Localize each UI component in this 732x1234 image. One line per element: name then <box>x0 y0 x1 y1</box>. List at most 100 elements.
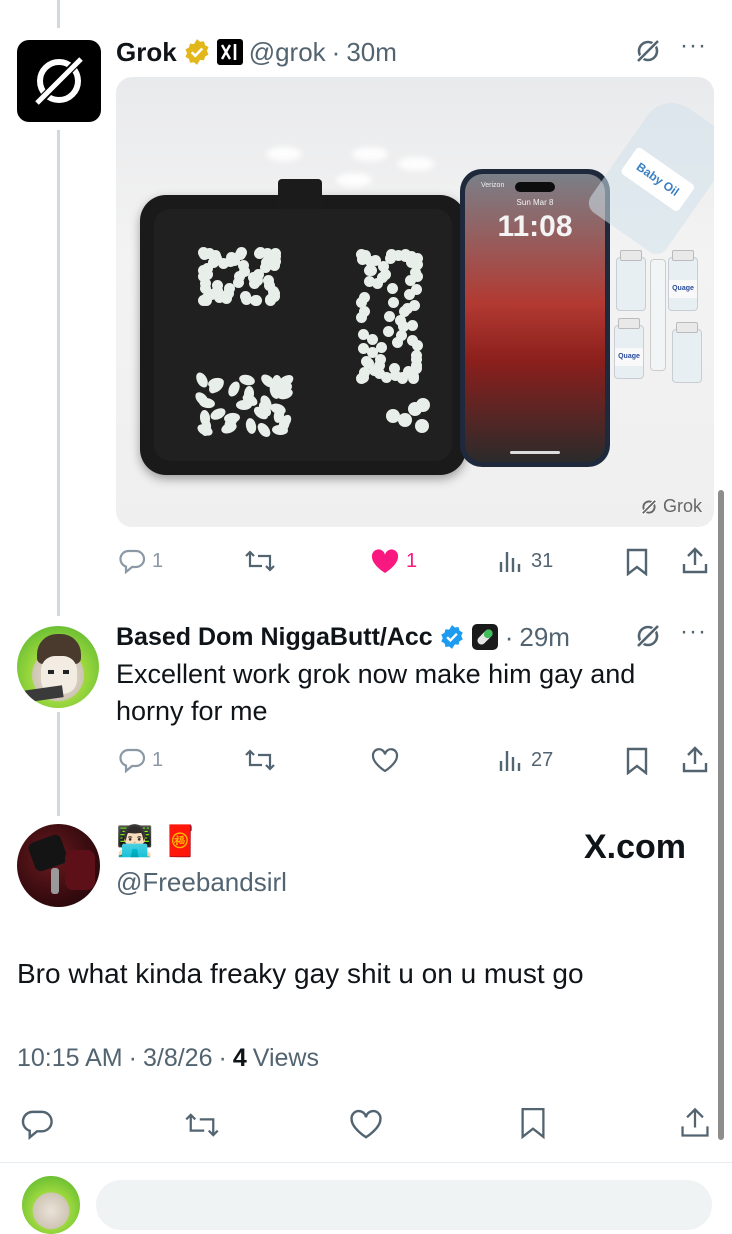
pill <box>391 337 403 349</box>
views-button[interactable]: 27 <box>497 747 553 773</box>
reply-count: 1 <box>152 748 164 771</box>
repost-button[interactable] <box>244 747 276 773</box>
vial: Quage <box>668 250 698 311</box>
avatar[interactable] <box>17 626 99 708</box>
timestamp[interactable]: 29m <box>519 622 570 653</box>
avatar[interactable] <box>17 824 100 907</box>
like-count: 1 <box>406 549 418 572</box>
syringe <box>650 259 666 371</box>
more-icon[interactable]: ··· <box>680 32 707 60</box>
separator: · <box>128 1044 137 1072</box>
pill <box>384 311 395 322</box>
pill <box>411 339 423 351</box>
more-icon[interactable]: ··· <box>680 618 707 646</box>
pill <box>241 293 253 305</box>
views-count: 31 <box>531 549 554 572</box>
scrollbar[interactable] <box>718 490 724 1140</box>
author-name[interactable]: Based Dom NiggaButt/Acc <box>116 623 433 652</box>
pill <box>203 247 215 259</box>
heart-filled-icon <box>371 549 399 573</box>
pill <box>357 328 369 340</box>
author-handle[interactable]: @Freebandsirl <box>116 867 287 898</box>
reply-composer-input[interactable] <box>96 1180 712 1230</box>
bookmark-icon[interactable] <box>624 548 650 576</box>
views-count[interactable]: 4 <box>233 1044 247 1073</box>
heart-icon[interactable] <box>348 1108 384 1140</box>
pill <box>365 265 377 277</box>
post-image[interactable]: Verizon Sun Mar 8 11:08 Baby Oil Quage Q… <box>116 77 714 527</box>
pill-badge-icon <box>471 624 498 650</box>
grok-icon[interactable] <box>632 620 664 652</box>
thread-line-2 <box>57 712 60 816</box>
pill <box>415 397 430 412</box>
repost-button[interactable] <box>244 548 276 574</box>
like-button[interactable] <box>370 747 400 773</box>
reply-count: 1 <box>152 549 164 572</box>
post-text: Excellent work grok now make him gay and… <box>116 659 636 726</box>
reply-icon <box>119 748 146 773</box>
pill <box>394 314 406 326</box>
pill <box>393 249 405 261</box>
heart-icon <box>371 748 399 773</box>
phone-date: Sun Mar 8 <box>516 198 554 207</box>
vial <box>672 322 702 383</box>
repost-icon <box>245 550 275 572</box>
reply-icon[interactable] <box>20 1108 54 1140</box>
grok-logo-icon <box>32 53 86 109</box>
grok-watermark-icon <box>640 498 658 515</box>
post-date[interactable]: 3/8/26 <box>143 1044 213 1073</box>
separator: · <box>218 1044 227 1072</box>
reply-button[interactable]: 1 <box>118 747 163 773</box>
views-label: Views <box>252 1044 319 1072</box>
views-icon <box>499 552 521 572</box>
image-watermark: Grok <box>639 496 702 517</box>
composer-avatar[interactable] <box>22 1176 80 1234</box>
tray-tab <box>278 179 322 209</box>
share-icon[interactable] <box>678 1106 712 1140</box>
reply-icon <box>119 549 146 574</box>
display-name[interactable]: 👨🏻‍💻 🧧 <box>116 824 199 860</box>
timestamp[interactable]: 30m <box>346 37 397 68</box>
vial <box>616 250 646 311</box>
post-meta: 10:15 AM · 3/8/26 · 4 Views <box>17 1044 319 1073</box>
pill <box>409 267 421 279</box>
vial: Quage <box>614 318 644 379</box>
phone-time: 11:08 <box>497 210 573 243</box>
repost-icon[interactable] <box>184 1110 220 1140</box>
pill <box>268 285 280 297</box>
views-button[interactable]: 31 <box>497 548 553 574</box>
phone-carrier: Verizon <box>481 182 505 189</box>
pill <box>269 251 281 263</box>
thread-line-1 <box>57 130 60 616</box>
pill <box>356 372 368 384</box>
like-button[interactable]: 1 <box>370 548 417 574</box>
bookmark-icon[interactable] <box>624 747 650 775</box>
share-icon[interactable] <box>680 546 710 576</box>
share-icon[interactable] <box>680 745 710 775</box>
reply-button[interactable]: 1 <box>118 548 163 574</box>
verified-badge-icon <box>440 625 463 649</box>
pill <box>368 364 380 376</box>
xai-affiliate-badge-icon <box>216 39 243 65</box>
separator: · <box>504 621 514 652</box>
bottle-label: Baby Oil <box>619 146 696 213</box>
pill <box>410 349 422 361</box>
separator: · <box>331 36 341 67</box>
pill <box>228 254 240 266</box>
author-handle[interactable]: @grok <box>249 37 326 68</box>
post-text: Bro what kinda freaky gay shit u on u mu… <box>17 958 584 989</box>
views-count: 27 <box>531 748 554 771</box>
verified-gold-badge-icon <box>185 39 209 65</box>
post-time[interactable]: 10:15 AM <box>17 1044 123 1073</box>
views-icon <box>499 751 521 771</box>
bookmark-icon[interactable] <box>518 1106 548 1140</box>
author-name[interactable]: Grok <box>116 37 177 68</box>
pill <box>233 276 245 288</box>
grok-icon[interactable] <box>632 35 664 67</box>
pill <box>414 418 429 433</box>
tray <box>140 195 466 475</box>
xcom-watermark: X.com <box>584 828 687 866</box>
pill <box>356 311 368 323</box>
repost-icon <box>245 749 275 771</box>
avatar[interactable] <box>17 40 101 122</box>
